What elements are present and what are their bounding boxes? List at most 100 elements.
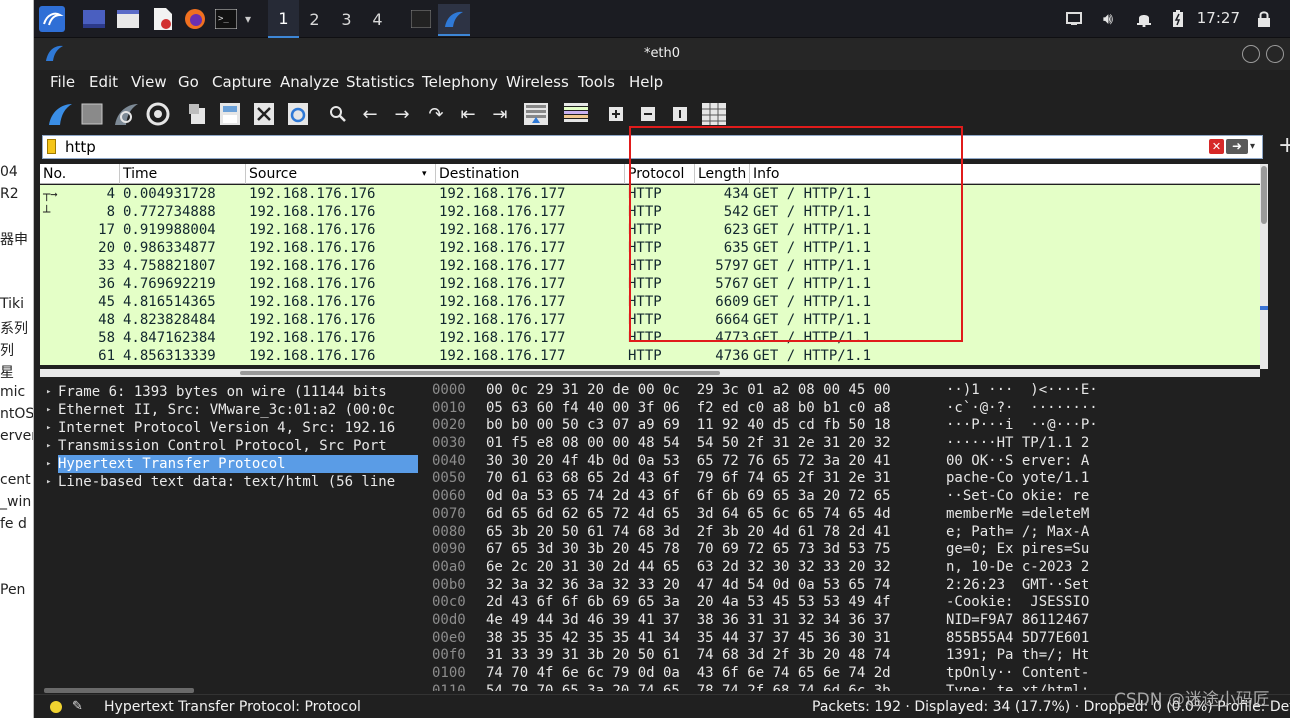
start-capture-icon[interactable]: [46, 101, 74, 127]
menu-statistics[interactable]: Statistics: [346, 73, 415, 91]
last-packet-icon[interactable]: ⇥: [486, 101, 514, 127]
restart-capture-icon[interactable]: [112, 101, 140, 127]
apply-filter-icon[interactable]: ➜: [1226, 139, 1248, 154]
detail-tree-item[interactable]: ▸ Frame 6: 1393 bytes on wire (11144 bits: [40, 383, 418, 401]
hex-row[interactable]: 0030 01 f5 e8 08 00 00 48 54 54 50 2f 31 …: [426, 435, 1290, 453]
column-destination[interactable]: Destination: [439, 166, 519, 182]
expand-arrow-icon[interactable]: ▸: [46, 401, 51, 419]
workspace-3[interactable]: 3: [331, 0, 362, 38]
workspace-2[interactable]: 2: [299, 0, 330, 38]
workspace-4[interactable]: 4: [362, 0, 393, 38]
detail-tree-item[interactable]: ▸ Transmission Control Protocol, Src Port: [40, 437, 418, 455]
expand-arrow-icon[interactable]: ▸: [46, 455, 51, 473]
capture-options-icon[interactable]: [144, 101, 172, 127]
filter-bookmark-icon[interactable]: [47, 139, 56, 154]
menu-tools[interactable]: Tools: [578, 73, 615, 91]
battery-icon[interactable]: [1168, 6, 1188, 32]
hex-row[interactable]: 0020 b0 b0 00 50 c3 07 a9 69 11 92 40 d5 …: [426, 417, 1290, 435]
expand-arrow-icon[interactable]: ▸: [46, 473, 51, 491]
menu-telephony[interactable]: Telephony: [422, 73, 498, 91]
lock-icon[interactable]: [1254, 6, 1274, 32]
reload-file-icon[interactable]: [284, 101, 312, 127]
firefox-icon[interactable]: [182, 6, 208, 32]
clear-filter-icon[interactable]: ✕: [1209, 139, 1224, 154]
capture-comment-icon[interactable]: ✎: [72, 699, 83, 714]
hex-row[interactable]: 00b0 32 3a 32 36 3a 32 33 20 47 4d 54 0d …: [426, 577, 1290, 595]
detail-tree-item[interactable]: ▸ Hypertext Transfer Protocol: [40, 455, 418, 473]
expand-arrow-icon[interactable]: ▸: [46, 383, 51, 401]
text-editor-icon[interactable]: [150, 6, 174, 32]
kali-menu-icon[interactable]: [38, 6, 66, 32]
autoscroll-icon[interactable]: [522, 101, 550, 127]
stop-capture-icon[interactable]: [78, 101, 106, 127]
show-desktop-icon[interactable]: [82, 6, 106, 32]
first-packet-icon[interactable]: ⇤: [454, 101, 482, 127]
expert-info-icon[interactable]: [50, 701, 62, 713]
add-filter-button[interactable]: +: [1278, 134, 1290, 158]
table-row[interactable]: 61 4.856313339 192.168.176.176 192.168.176.…: [40, 347, 1260, 365]
save-file-icon[interactable]: [216, 101, 244, 127]
hex-row[interactable]: 0050 70 61 63 68 65 2d 43 6f 79 6f 74 65 …: [426, 470, 1290, 488]
hex-row[interactable]: 00f0 31 33 39 31 3b 20 50 61 74 68 3d 2f …: [426, 647, 1290, 665]
zoom-out-icon[interactable]: [634, 101, 662, 127]
hex-row[interactable]: 0090 67 65 3d 30 3b 20 45 78 70 69 72 65 …: [426, 541, 1290, 559]
hex-ascii: NID=F9A7 86112467: [946, 611, 1090, 628]
expand-arrow-icon[interactable]: ▸: [46, 437, 51, 455]
terminal-icon[interactable]: >_: [214, 6, 238, 32]
chevron-down-icon[interactable]: ▾: [1250, 138, 1260, 156]
detail-tree-item[interactable]: ▸ Ethernet II, Src: VMware_3c:01:a2 (00:0…: [40, 401, 418, 419]
detail-tree-item[interactable]: ▸ Internet Protocol Version 4, Src: 192.1…: [40, 419, 418, 437]
menu-capture[interactable]: Capture: [212, 73, 272, 91]
hex-row[interactable]: 0080 65 3b 20 50 61 74 68 3d 2f 3b 20 4d …: [426, 524, 1290, 542]
normal-size-icon[interactable]: [666, 101, 694, 127]
menu-analyze[interactable]: Analyze: [280, 73, 339, 91]
close-file-icon[interactable]: [250, 101, 278, 127]
hex-row[interactable]: 0010 05 63 60 f4 40 00 3f 06 f2 ed c0 a8 …: [426, 400, 1290, 418]
zoom-in-icon[interactable]: [602, 101, 630, 127]
taskbar: >_ ▾ 1 2 3 4 🔊︎ 17:27: [34, 0, 1290, 38]
colorize-icon[interactable]: [562, 101, 590, 127]
expand-arrow-icon[interactable]: ▸: [46, 419, 51, 437]
menu-go[interactable]: Go: [178, 73, 199, 91]
close-button[interactable]: [1266, 45, 1284, 63]
menu-view[interactable]: View: [131, 73, 167, 91]
menu-edit[interactable]: Edit: [89, 73, 118, 91]
hex-row[interactable]: 00e0 38 35 35 42 35 35 41 34 35 44 37 37 …: [426, 630, 1290, 648]
notification-bell-icon[interactable]: [1134, 6, 1154, 32]
detail-tree-item[interactable]: ▸ Line-based text data: text/html (56 lin…: [40, 473, 418, 491]
packet-source: 192.168.176.176: [249, 240, 376, 256]
hex-row[interactable]: 0100 74 70 4f 6e 6c 79 0d 0a 43 6f 6e 74 …: [426, 665, 1290, 683]
resize-columns-icon[interactable]: [700, 101, 728, 127]
packet-list-scrollbar[interactable]: [1260, 164, 1268, 369]
go-back-icon[interactable]: ←: [356, 101, 384, 127]
column-time[interactable]: Time: [123, 166, 157, 182]
hex-row[interactable]: 0040 30 30 20 4f 4b 0d 0a 53 65 72 76 65 …: [426, 453, 1290, 471]
display-filter-input[interactable]: [65, 138, 1165, 156]
display-icon[interactable]: [1064, 6, 1084, 32]
menu-file[interactable]: File: [50, 73, 75, 91]
minimize-button[interactable]: [1242, 45, 1260, 63]
go-forward-icon[interactable]: →: [388, 101, 416, 127]
column-source[interactable]: Source: [249, 166, 297, 182]
volume-icon[interactable]: 🔊︎: [1098, 6, 1118, 32]
hex-row[interactable]: 00d0 4e 49 44 3d 46 39 41 37 38 36 31 31 …: [426, 612, 1290, 630]
packet-list-hscrollbar[interactable]: [40, 369, 1260, 377]
hex-row[interactable]: 0000 00 0c 29 31 20 de 00 0c 29 3c 01 a2 …: [426, 382, 1290, 400]
menu-wireless[interactable]: Wireless: [506, 73, 569, 91]
go-to-packet-icon[interactable]: ↷: [422, 101, 450, 127]
packet-details-hscrollbar[interactable]: [40, 687, 418, 694]
hex-bytes: 6d 65 6d 62 65 72 4d 65 3d 64 65 6c 65 7…: [486, 505, 891, 522]
hex-row[interactable]: 0070 6d 65 6d 62 65 72 4d 65 3d 64 65 6c …: [426, 506, 1290, 524]
open-file-icon[interactable]: [184, 101, 212, 127]
workspace-1[interactable]: 1: [268, 0, 299, 38]
chevron-down-icon[interactable]: ▾: [242, 6, 254, 32]
menu-help[interactable]: Help: [629, 73, 663, 91]
hex-row[interactable]: 00a0 6e 2c 20 31 30 2d 44 65 63 2d 32 30 …: [426, 559, 1290, 577]
find-packet-icon[interactable]: [324, 101, 352, 127]
hex-row[interactable]: 00c0 2d 43 6f 6f 6b 69 65 3a 20 4a 53 45 …: [426, 594, 1290, 612]
wireshark-window-icon[interactable]: [438, 4, 470, 36]
column-no[interactable]: No.: [43, 166, 66, 182]
file-manager-icon[interactable]: [116, 6, 140, 32]
hex-row[interactable]: 0060 0d 0a 53 65 74 2d 43 6f 6f 6b 69 65 …: [426, 488, 1290, 506]
terminal-window-icon[interactable]: [408, 6, 434, 32]
